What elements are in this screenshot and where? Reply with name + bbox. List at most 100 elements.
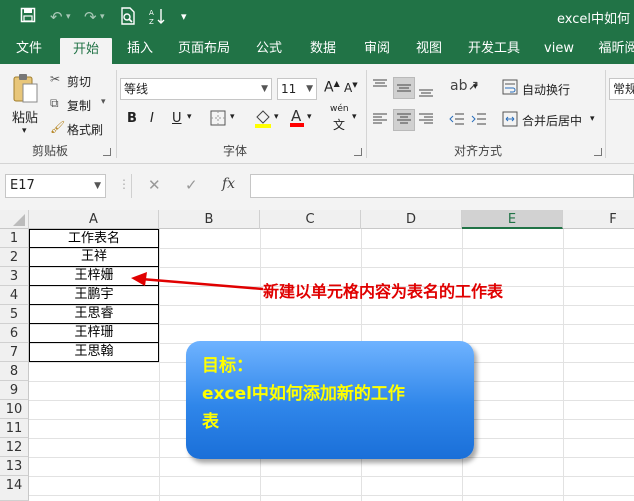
annotation-arrow	[131, 272, 264, 291]
window-title: excel中如何	[557, 12, 630, 27]
formula-input[interactable]	[250, 174, 634, 198]
wrap-text-button[interactable]: 自动换行	[522, 81, 570, 98]
merge-center-icon[interactable]	[502, 111, 518, 130]
underline-dropdown-icon[interactable]: ▾	[187, 112, 192, 122]
copy-icon[interactable]: ⧉	[50, 96, 59, 111]
decrease-indent-icon[interactable]	[449, 111, 465, 130]
cell-a7[interactable]: 王思翰	[29, 343, 159, 362]
font-color-icon[interactable]: A	[289, 107, 305, 130]
chevron-down-icon: ▼	[261, 84, 268, 94]
redo-icon[interactable]: ↷	[84, 7, 97, 27]
align-middle-icon[interactable]	[396, 81, 412, 100]
phonetic-dropdown-icon[interactable]: ▾	[352, 112, 357, 122]
tab-review[interactable]: 审阅	[356, 34, 398, 64]
cell-a2[interactable]: 王祥	[29, 248, 159, 267]
row-header-12[interactable]: 12	[0, 438, 29, 457]
tab-developer[interactable]: 开发工具	[462, 34, 526, 64]
tab-insert[interactable]: 插入	[118, 34, 162, 64]
paste-icon[interactable]	[10, 72, 40, 108]
row-header-9[interactable]: 9	[0, 381, 29, 400]
font-name-combo[interactable]: 等线 ▼	[120, 78, 272, 100]
customize-icon[interactable]: ▾	[181, 7, 187, 27]
column-header-d[interactable]: D	[361, 210, 462, 229]
redo-dropdown-icon[interactable]: ▾	[100, 7, 105, 27]
italic-button[interactable]: I	[150, 111, 154, 126]
cell-a6[interactable]: 王梓珊	[29, 324, 159, 343]
row-header-8[interactable]: 8	[0, 362, 29, 381]
align-left-icon[interactable]	[372, 111, 388, 130]
tab-page-layout[interactable]: 页面布局	[172, 34, 236, 64]
tab-foxit[interactable]: 福昕阅	[594, 34, 634, 64]
paste-dropdown-icon[interactable]: ▾	[22, 126, 27, 136]
fill-color-dropdown-icon[interactable]: ▾	[274, 112, 279, 122]
orientation-dropdown-icon[interactable]: ▾	[473, 82, 478, 92]
column-header-a[interactable]: A	[29, 210, 159, 229]
row-header-1[interactable]: 1	[0, 229, 29, 248]
grow-font-icon[interactable]: A▲	[324, 79, 340, 96]
underline-button[interactable]: U	[172, 111, 182, 126]
cut-button[interactable]: 剪切	[67, 73, 91, 90]
undo-dropdown-icon[interactable]: ▾	[66, 7, 71, 27]
insert-function-icon[interactable]: fx	[222, 176, 235, 192]
cell-a5[interactable]: 王思睿	[29, 305, 159, 324]
row-header-10[interactable]: 10	[0, 400, 29, 419]
align-bottom-icon[interactable]	[418, 82, 434, 101]
font-launcher-icon[interactable]	[354, 148, 362, 156]
copy-button[interactable]: 复制	[67, 97, 91, 114]
cancel-icon[interactable]: ✕	[148, 176, 161, 194]
row-header-6[interactable]: 6	[0, 324, 29, 343]
fill-color-icon[interactable]	[254, 108, 272, 131]
row-header-13[interactable]: 13	[0, 457, 29, 476]
column-header-b[interactable]: B	[159, 210, 260, 229]
align-right-icon[interactable]	[418, 111, 434, 130]
border-dropdown-icon[interactable]: ▾	[230, 112, 235, 122]
cell-a1[interactable]: 工作表名	[29, 229, 159, 248]
sort-icon[interactable]: AZ	[149, 7, 167, 30]
save-icon[interactable]	[20, 7, 36, 28]
align-top-icon[interactable]	[372, 78, 388, 97]
row-header-4[interactable]: 4	[0, 286, 29, 305]
row-header-14[interactable]: 14	[0, 476, 29, 501]
row-header-3[interactable]: 3	[0, 267, 29, 286]
align-center-icon[interactable]	[396, 111, 412, 130]
tab-file[interactable]: 文件	[6, 34, 52, 64]
column-header-f[interactable]: F	[563, 210, 634, 229]
tab-data[interactable]: 数据	[302, 34, 344, 64]
alignment-launcher-icon[interactable]	[594, 148, 602, 156]
copy-dropdown-icon[interactable]: ▾	[101, 97, 106, 107]
print-preview-icon[interactable]	[120, 7, 136, 30]
format-painter-icon[interactable]: 🖌	[50, 120, 65, 134]
annotation-text: 新建以单元格内容为表名的工作表	[263, 282, 504, 301]
enter-icon[interactable]: ✓	[185, 176, 198, 194]
row-header-11[interactable]: 11	[0, 419, 29, 438]
paste-button[interactable]: 粘贴	[12, 107, 38, 126]
column-header-e[interactable]: E	[462, 210, 563, 229]
row-header-2[interactable]: 2	[0, 248, 29, 267]
column-header: A B C D E F	[0, 210, 634, 229]
border-icon[interactable]	[210, 110, 226, 129]
tab-home[interactable]: 开始	[60, 38, 112, 64]
format-painter-button[interactable]: 格式刷	[67, 121, 103, 138]
font-color-dropdown-icon[interactable]: ▾	[307, 112, 312, 122]
bold-button[interactable]: B	[127, 111, 137, 126]
merge-center-button[interactable]: 合并后居中	[522, 112, 582, 129]
cut-icon[interactable]: ✂	[50, 72, 60, 86]
increase-indent-icon[interactable]	[471, 111, 487, 130]
drag-handle-icon[interactable]: ⋮	[118, 177, 130, 191]
select-all-corner[interactable]	[0, 210, 29, 229]
column-header-c[interactable]: C	[260, 210, 361, 229]
font-size-combo[interactable]: 11 ▼	[277, 78, 317, 100]
tab-formulas[interactable]: 公式	[248, 34, 290, 64]
clipboard-launcher-icon[interactable]	[103, 148, 111, 156]
tab-view-en[interactable]: view	[538, 34, 580, 64]
number-format-combo[interactable]: 常规	[609, 78, 634, 100]
shrink-font-icon[interactable]: A▼	[344, 81, 358, 95]
undo-icon[interactable]: ↶	[50, 7, 63, 27]
merge-dropdown-icon[interactable]: ▾	[590, 114, 595, 124]
row-header-7[interactable]: 7	[0, 343, 29, 362]
name-box[interactable]: E17 ▼	[5, 174, 106, 198]
phonetic-button[interactable]: wén	[330, 104, 349, 114]
tab-view[interactable]: 视图	[408, 34, 450, 64]
wrap-text-icon[interactable]	[502, 79, 518, 98]
row-header-5[interactable]: 5	[0, 305, 29, 324]
